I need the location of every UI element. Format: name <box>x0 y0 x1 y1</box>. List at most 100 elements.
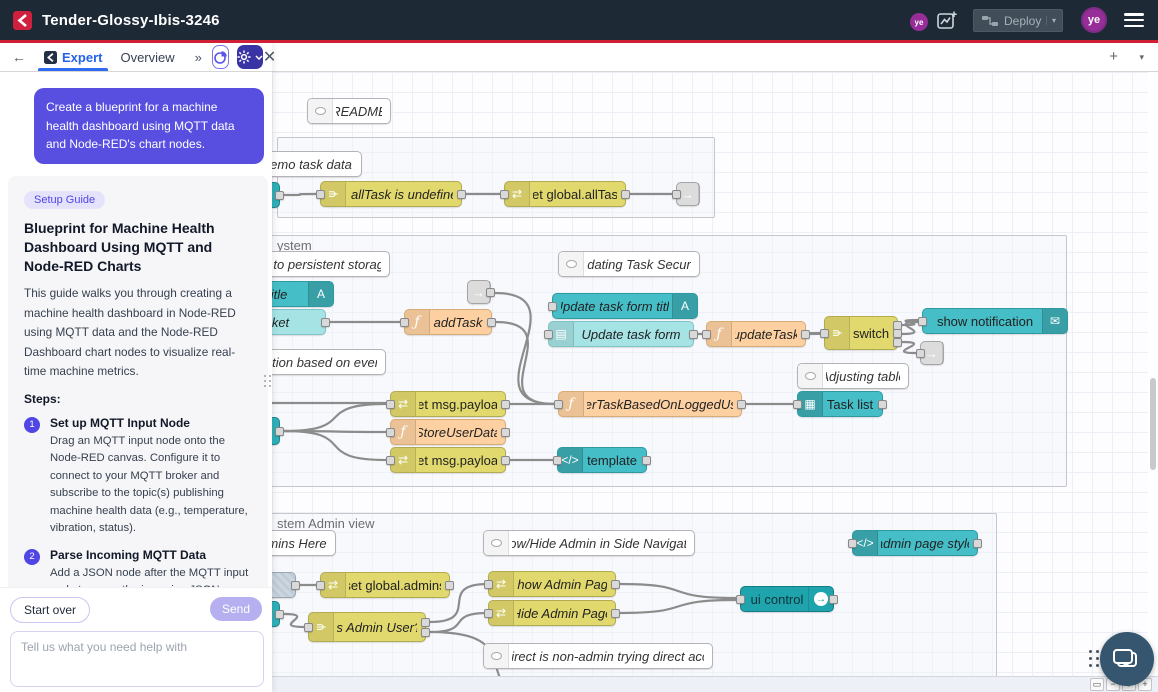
comment-persistent-storage[interactable]: sk to persistent storage <box>272 251 390 277</box>
comment-updating-task-securely[interactable]: Updating Task Securely <box>558 251 700 277</box>
node-update-task-form-title[interactable]: AUpdate task form title <box>552 293 698 319</box>
node-set-msg-payload-1[interactable]: ⇄set msg.payload <box>390 391 506 417</box>
node-form-title[interactable]: Am title <box>272 281 334 307</box>
output-port[interactable] <box>893 329 902 338</box>
add-flow-button[interactable]: + <box>1109 48 1118 65</box>
input-port[interactable] <box>400 318 409 327</box>
back-button[interactable]: ← <box>12 49 26 65</box>
assistant-input[interactable] <box>10 631 264 687</box>
output-port[interactable] <box>878 400 887 409</box>
output-port[interactable] <box>445 581 454 590</box>
node-template[interactable]: </>template <box>557 447 647 473</box>
output-port[interactable] <box>501 456 510 465</box>
output-port[interactable] <box>275 427 284 436</box>
input-port[interactable] <box>316 190 325 199</box>
input-port[interactable] <box>304 623 313 632</box>
output-port[interactable] <box>621 190 630 199</box>
close-panel-button[interactable]: ✕ <box>263 47 276 67</box>
tab-overview[interactable]: Overview <box>120 50 174 65</box>
link-out-switch[interactable]: → <box>920 341 944 365</box>
comment-show-hide-admin[interactable]: Show/Hide Admin in Side Navigation <box>483 530 695 556</box>
comment-redirect[interactable]: Redirect is non-admin trying direct acce… <box>483 643 713 669</box>
panel-resize-handle[interactable] <box>264 375 272 401</box>
output-port[interactable] <box>457 190 466 199</box>
tab-expert[interactable]: Expert <box>44 43 102 71</box>
node-admin-page-style[interactable]: </>admin page style <box>852 530 978 556</box>
node-filtertask[interactable]: ƒfilterTaskBasedOnLoggedUser <box>558 391 742 417</box>
node-storeuserdata[interactable]: ƒStoreUserData <box>390 419 506 445</box>
navigator-toggle-button[interactable]: ▭ <box>1090 678 1104 691</box>
input-port[interactable] <box>316 581 325 590</box>
link-mid[interactable]: → <box>467 280 491 304</box>
input-port[interactable] <box>548 302 557 311</box>
node-addtask[interactable]: ƒaddTask <box>404 309 492 335</box>
output-port[interactable] <box>487 318 496 327</box>
node-switch[interactable]: ⋔switch <box>824 316 898 350</box>
input-port[interactable] <box>500 190 509 199</box>
output-port[interactable] <box>421 628 430 637</box>
deploy-button[interactable]: Deploy ▾ <box>973 9 1063 32</box>
node-set-global-admins[interactable]: ⇄set global.admins <box>320 572 450 598</box>
node-is-alltask-undefined[interactable]: ⋔Is allTask is undefined <box>320 181 462 207</box>
vertical-scrollbar[interactable] <box>1148 72 1158 676</box>
more-tabs-chevrons[interactable]: » <box>195 50 202 65</box>
node-show-admin-page[interactable]: ⇄Show Admin Page <box>488 571 616 597</box>
input-port[interactable] <box>736 595 745 604</box>
output-port[interactable] <box>611 609 620 618</box>
drag-handle-dots[interactable] <box>1089 650 1099 672</box>
stub-ui-admin[interactable] <box>272 601 280 627</box>
output-port[interactable] <box>275 610 284 619</box>
output-port[interactable] <box>737 400 746 409</box>
main-menu-icon[interactable] <box>1124 13 1144 27</box>
input-port[interactable] <box>918 317 927 326</box>
deploy-caret-icon[interactable]: ▾ <box>1046 16 1056 25</box>
output-port[interactable] <box>829 595 838 604</box>
stub-ui-top[interactable] <box>272 182 280 208</box>
input-port[interactable] <box>553 456 562 465</box>
output-port[interactable] <box>486 288 495 297</box>
output-port[interactable] <box>321 318 330 327</box>
input-port[interactable] <box>386 456 395 465</box>
input-port[interactable] <box>544 330 553 339</box>
send-button[interactable]: Send <box>210 597 262 621</box>
flowfuse-logo[interactable] <box>13 11 32 30</box>
output-port[interactable] <box>893 338 902 347</box>
team-avatar[interactable]: ye <box>910 13 928 31</box>
output-port[interactable] <box>501 428 510 437</box>
node-set-msg-payload-2[interactable]: ⇄set msg.payload <box>390 447 506 473</box>
settings-dropdown-button[interactable] <box>237 45 263 69</box>
input-port[interactable] <box>848 539 857 548</box>
output-port[interactable] <box>291 581 300 590</box>
node-show-notification[interactable]: ✉show notification <box>922 308 1068 334</box>
node-ui-control[interactable]: →ui control <box>740 586 834 612</box>
stub-ui-mid[interactable] <box>272 417 280 445</box>
comment-readme[interactable]: README <box>307 98 391 124</box>
user-avatar[interactable]: ye <box>1081 7 1107 33</box>
flow-list-caret-icon[interactable]: ▾ <box>1139 52 1144 63</box>
node-update-task-form[interactable]: ▤Update task form <box>548 321 694 347</box>
output-port[interactable] <box>689 330 698 339</box>
stub-grey-admin[interactable] <box>272 572 296 598</box>
node-ticket[interactable]: ticket <box>272 309 326 335</box>
input-port[interactable] <box>484 580 493 589</box>
input-port[interactable] <box>386 400 395 409</box>
link-out-top[interactable]: → <box>676 182 700 206</box>
node-task-list[interactable]: ▦Task list <box>797 391 883 417</box>
ai-assistant-icon[interactable] <box>936 10 958 32</box>
output-port[interactable] <box>501 400 510 409</box>
input-port[interactable] <box>702 330 711 339</box>
input-port[interactable] <box>386 428 395 437</box>
input-port[interactable] <box>484 609 493 618</box>
input-port[interactable] <box>820 329 829 338</box>
input-port[interactable] <box>793 400 802 409</box>
flow-canvas[interactable]: ystemstem Admin view READMEemo task data… <box>272 72 1148 676</box>
node-updatetask[interactable]: ƒupdateTask <box>706 321 806 347</box>
comment-admins-here[interactable]: mins Here <box>272 530 336 556</box>
node-hide-admin-page[interactable]: ⇄Hide Admin Page <box>488 600 616 626</box>
node-set-global-alltask[interactable]: ⇄set global.allTask <box>504 181 626 207</box>
output-port[interactable] <box>973 539 982 548</box>
output-port[interactable] <box>421 618 430 627</box>
node-is-admin-user[interactable]: ⋔Is Admin User? <box>308 612 426 642</box>
comment-action-based-on-event[interactable]: action based on event <box>272 349 386 375</box>
input-port[interactable] <box>554 400 563 409</box>
